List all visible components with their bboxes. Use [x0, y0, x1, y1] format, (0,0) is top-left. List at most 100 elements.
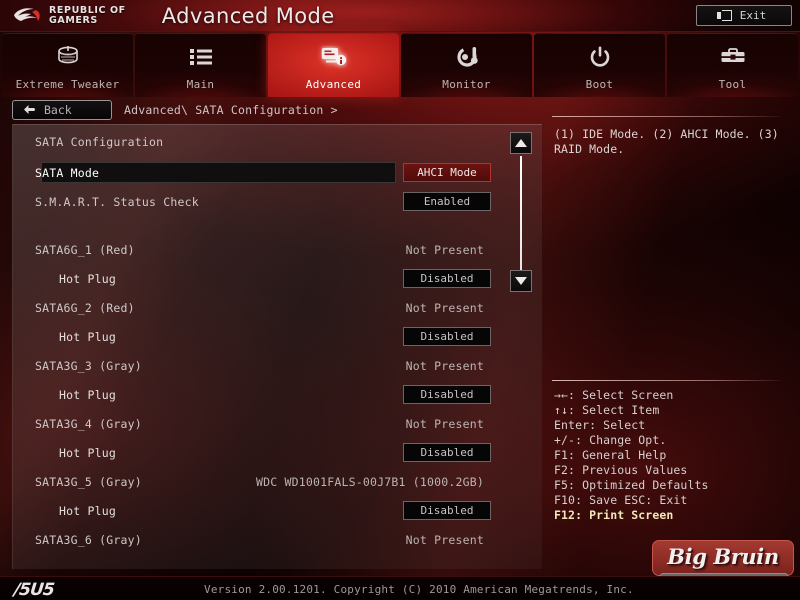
tab-extreme-tweaker[interactable]: Extreme Tweaker: [2, 33, 133, 97]
setting-label: Hot Plug: [59, 387, 116, 402]
settings-row[interactable]: SATA3G_4 (Gray) Not Present: [13, 409, 542, 438]
tuning-dial-icon: [55, 44, 81, 70]
setting-value-text: Not Present: [405, 532, 484, 547]
key-legend-item: F1: General Help: [554, 448, 667, 462]
settings-row[interactable]: Hot Plug Disabled: [13, 438, 542, 467]
setting-value-button[interactable]: Disabled: [403, 501, 491, 520]
scroll-down-arrow-icon[interactable]: [510, 270, 532, 292]
setting-label: SATA3G_4 (Gray): [35, 416, 142, 431]
help-divider: [552, 116, 780, 117]
setting-label: Hot Plug: [59, 329, 116, 344]
back-arrow-icon: [23, 104, 36, 116]
setting-value-button[interactable]: Disabled: [403, 269, 491, 288]
monitor-info-icon: [321, 44, 347, 70]
scrollbar-track[interactable]: [520, 156, 522, 270]
tab-tool[interactable]: Tool: [667, 33, 798, 97]
key-legend-item: F10: Save ESC: Exit: [554, 493, 688, 507]
setting-value-text: Not Present: [405, 416, 484, 431]
setting-label: SATA6G_1 (Red): [35, 242, 135, 257]
setting-label: SATA3G_6 (Gray): [35, 532, 142, 547]
exit-button[interactable]: Exit: [696, 5, 792, 26]
settings-row[interactable]: Hot Plug Disabled: [13, 322, 542, 351]
toolbox-icon: [720, 44, 746, 70]
setting-value-text: Not Present: [405, 242, 484, 257]
setting-value-text: WDC WD1001FALS-00J7B1 (1000.2GB): [256, 474, 484, 489]
setting-label: SATA3G_3 (Gray): [35, 358, 142, 373]
settings-row[interactable]: Hot Plug Disabled: [13, 496, 542, 525]
rog-line-2: GAMERS: [49, 14, 98, 26]
help-description: (1) IDE Mode. (2) AHCI Mode. (3) RAID Mo…: [554, 127, 779, 156]
key-legend-item: →←: Select Screen: [554, 388, 674, 402]
tab-label: Tool: [718, 78, 747, 91]
watermark-wordmark: Big Bruin: [667, 544, 779, 569]
back-button-label: Back: [44, 103, 72, 117]
setting-value-button[interactable]: Disabled: [403, 443, 491, 462]
setting-label: SATA6G_2 (Red): [35, 300, 135, 315]
tab-label: Monitor: [442, 78, 491, 91]
power-icon: [589, 44, 611, 70]
triangle-down-glyph: [515, 277, 527, 285]
settings-spacer: [13, 216, 542, 235]
setting-value-button[interactable]: Disabled: [403, 385, 491, 404]
setting-label: Hot Plug: [59, 503, 116, 518]
vertical-scrollbar[interactable]: [510, 132, 532, 292]
settings-row[interactable]: SATA3G_3 (Gray) Not Present: [13, 351, 542, 380]
thermometer-gauge-icon: [454, 44, 480, 70]
setting-value-button[interactable]: AHCI Mode: [403, 163, 491, 182]
exit-door-icon: [716, 10, 732, 21]
setting-label: S.M.A.R.T. Status Check: [35, 194, 199, 209]
key-legend-item: F12: Print Screen: [554, 508, 674, 522]
settings-row[interactable]: SATA6G_2 (Red) Not Present: [13, 293, 542, 322]
key-legend-list: →←: Select Screen ↑↓: Select Item Enter: S…: [554, 388, 790, 523]
rog-wordmark: REPUBLIC OF GAMERS: [49, 4, 126, 26]
tab-main[interactable]: Main: [135, 33, 266, 97]
settings-panel: SATA Configuration SATA Mode AHCI Mode S.M…: [12, 124, 542, 569]
setting-label: Hot Plug: [59, 271, 116, 286]
key-legend-item: Enter: Select: [554, 418, 646, 432]
scroll-up-arrow-icon[interactable]: [510, 132, 532, 154]
setting-value-text: Not Present: [405, 358, 484, 373]
settings-row[interactable]: SATA3G_6 (Gray) Not Present: [13, 525, 542, 554]
tab-monitor[interactable]: Monitor: [401, 33, 532, 97]
settings-row[interactable]: Hot Plug Disabled: [13, 380, 542, 409]
setting-value-button[interactable]: Enabled: [403, 192, 491, 211]
tab-label: Boot: [585, 78, 614, 91]
tab-boot[interactable]: Boot: [534, 33, 665, 97]
rog-eye-icon: [12, 6, 42, 26]
page-title: Advanced Mode: [161, 3, 335, 28]
settings-row[interactable]: SATA Mode AHCI Mode: [13, 158, 542, 187]
key-legend-item: F5: Optimized Defaults: [554, 478, 709, 492]
setting-label: SATA Mode: [35, 165, 100, 180]
section-header-row: SATA Configuration: [13, 125, 542, 158]
key-legend-item: ↑↓: Select Item: [554, 403, 660, 417]
status-bar: /5U5 Version 2.00.1201. Copyright (C) 20…: [0, 576, 800, 600]
section-title: SATA Configuration: [35, 134, 164, 149]
key-legend-item: +/-: Change Opt.: [554, 433, 667, 447]
bios-screen: REPUBLIC OF GAMERS Advanced Mode Exit Ex…: [0, 0, 800, 600]
setting-value-button[interactable]: Disabled: [403, 327, 491, 346]
settings-row[interactable]: Hot Plug Disabled: [13, 264, 542, 293]
asus-logo: /5U5: [12, 580, 55, 600]
rog-logo: REPUBLIC OF GAMERS: [12, 4, 126, 26]
settings-row-list: SATA Mode AHCI Mode S.M.A.R.T. Status Chec…: [13, 158, 542, 554]
breadcrumb: Advanced\ SATA Configuration >: [124, 103, 338, 117]
setting-label: SATA3G_5 (Gray): [35, 474, 142, 489]
main-tab-bar: Extreme Tweaker Main Advanced Monitor Bo…: [0, 33, 800, 97]
keys-divider: [552, 380, 780, 381]
tab-label: Main: [186, 78, 215, 91]
version-text: Version 2.00.1201. Copyright (C) 2010 Am…: [204, 583, 634, 596]
key-legend-item: F2: Previous Values: [554, 463, 688, 477]
setting-value-text: Not Present: [405, 300, 484, 315]
rog-line-1: REPUBLIC OF: [49, 4, 126, 16]
settings-row[interactable]: SATA6G_1 (Red) Not Present: [13, 235, 542, 264]
tab-label: Extreme Tweaker: [15, 78, 120, 91]
tab-advanced[interactable]: Advanced: [268, 33, 399, 97]
help-panel: (1) IDE Mode. (2) AHCI Mode. (3) RAID Mo…: [552, 116, 792, 536]
settings-row[interactable]: S.M.A.R.T. Status Check Enabled: [13, 187, 542, 216]
title-bar: REPUBLIC OF GAMERS Advanced Mode Exit: [0, 0, 800, 32]
triangle-up-glyph: [515, 139, 527, 147]
list-icon: [189, 44, 213, 70]
exit-button-label: Exit: [739, 9, 767, 22]
back-button[interactable]: Back: [12, 100, 112, 120]
settings-row[interactable]: SATA3G_5 (Gray) WDC WD1001FALS-00J7B1 (10…: [13, 467, 542, 496]
